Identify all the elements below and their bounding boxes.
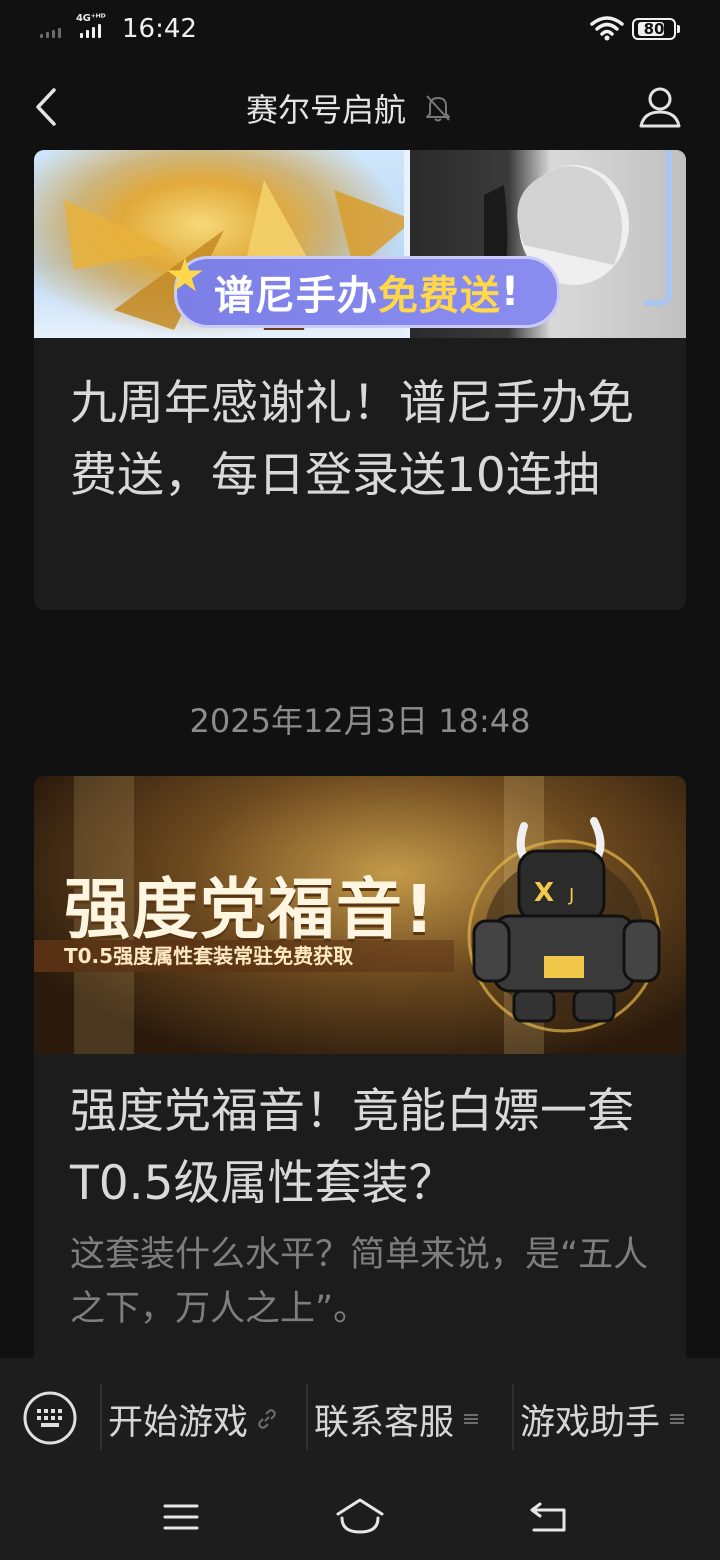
chat-title: 赛尔号启航 [246, 86, 452, 130]
banner-text-exclaim: ! [500, 269, 521, 315]
banner-text: 谱尼手办 [213, 273, 378, 319]
back-icon[interactable] [528, 1496, 570, 1538]
menu-lines-icon [464, 1414, 479, 1424]
menu-divider [512, 1384, 514, 1450]
star-icon: ★ [164, 248, 206, 302]
menu-divider [100, 1384, 102, 1450]
article-banner-image: 谱尼手办 免费送! ★ [34, 150, 686, 338]
wifi-icon [590, 16, 624, 41]
signal-weak-icon [40, 24, 70, 38]
svg-text:X: X [534, 878, 554, 908]
menu-icon[interactable] [160, 1496, 202, 1538]
menu-item-label: 游戏助手 [520, 1402, 661, 1443]
article-title[interactable]: 九周年感谢礼！谱尼手办免费送，每日登录送10连抽 [70, 368, 670, 512]
article-card-1[interactable]: 谱尼手办 免费送! ★ 九周年感谢礼！谱尼手办免费送，每日登录送10连抽 [34, 150, 686, 610]
menu-item-start-game[interactable]: 开始游戏 [108, 1384, 278, 1454]
banner-subtitle: T0.5强度属性套装常驻免费获取 [34, 940, 454, 972]
menu-item-customer-service[interactable]: 联系客服 [314, 1384, 480, 1454]
article-banner-image: 强度党福音! T0.5强度属性套装常驻免费获取 X J [34, 776, 686, 1054]
bell-off-icon [426, 95, 451, 122]
link-icon [258, 1409, 276, 1429]
menu-lines-icon [670, 1414, 685, 1424]
menu-divider [306, 1384, 308, 1450]
message-timestamp: 2025年12月3日 18:48 [189, 702, 531, 740]
svg-text:J: J [568, 885, 574, 906]
status-bar: 4G⁺ᴴᴰ 16:42 80 [0, 0, 720, 60]
article-title[interactable]: 强度党福音！竟能白嫖一套T0.5级属性套装？ [70, 1076, 670, 1220]
banner-headline: 强度党福音! [64, 871, 437, 948]
keyboard-toggle-button[interactable] [22, 1390, 78, 1446]
article-description: 这套装什么水平？简单来说，是“五人之下，万人之上”。 [70, 1235, 649, 1329]
menu-item-label: 开始游戏 [108, 1402, 249, 1443]
article-card-2[interactable]: 强度党福音! T0.5强度属性套装常驻免费获取 X J 强度党福音！竟能白嫖一套… [34, 776, 686, 1376]
signal-icon [80, 24, 110, 38]
menu-item-game-assistant[interactable]: 游戏助手 [520, 1384, 686, 1454]
network-type: 4G⁺ᴴᴰ [76, 13, 106, 24]
profile-button[interactable] [636, 84, 684, 130]
clock: 16:42 [122, 14, 197, 44]
menu-item-label: 联系客服 [314, 1402, 455, 1443]
page-title: 赛尔号启航 [246, 91, 407, 129]
battery-icon: 80 [632, 18, 680, 40]
back-button[interactable] [28, 84, 68, 130]
battery-level: 80 [643, 20, 665, 38]
banner-text-highlight: 免费送 [377, 273, 501, 319]
home-icon[interactable] [334, 1496, 386, 1538]
robot-character-image: X J [467, 817, 661, 1033]
banner-caption: 谱尼手办 免费送! [174, 256, 560, 328]
